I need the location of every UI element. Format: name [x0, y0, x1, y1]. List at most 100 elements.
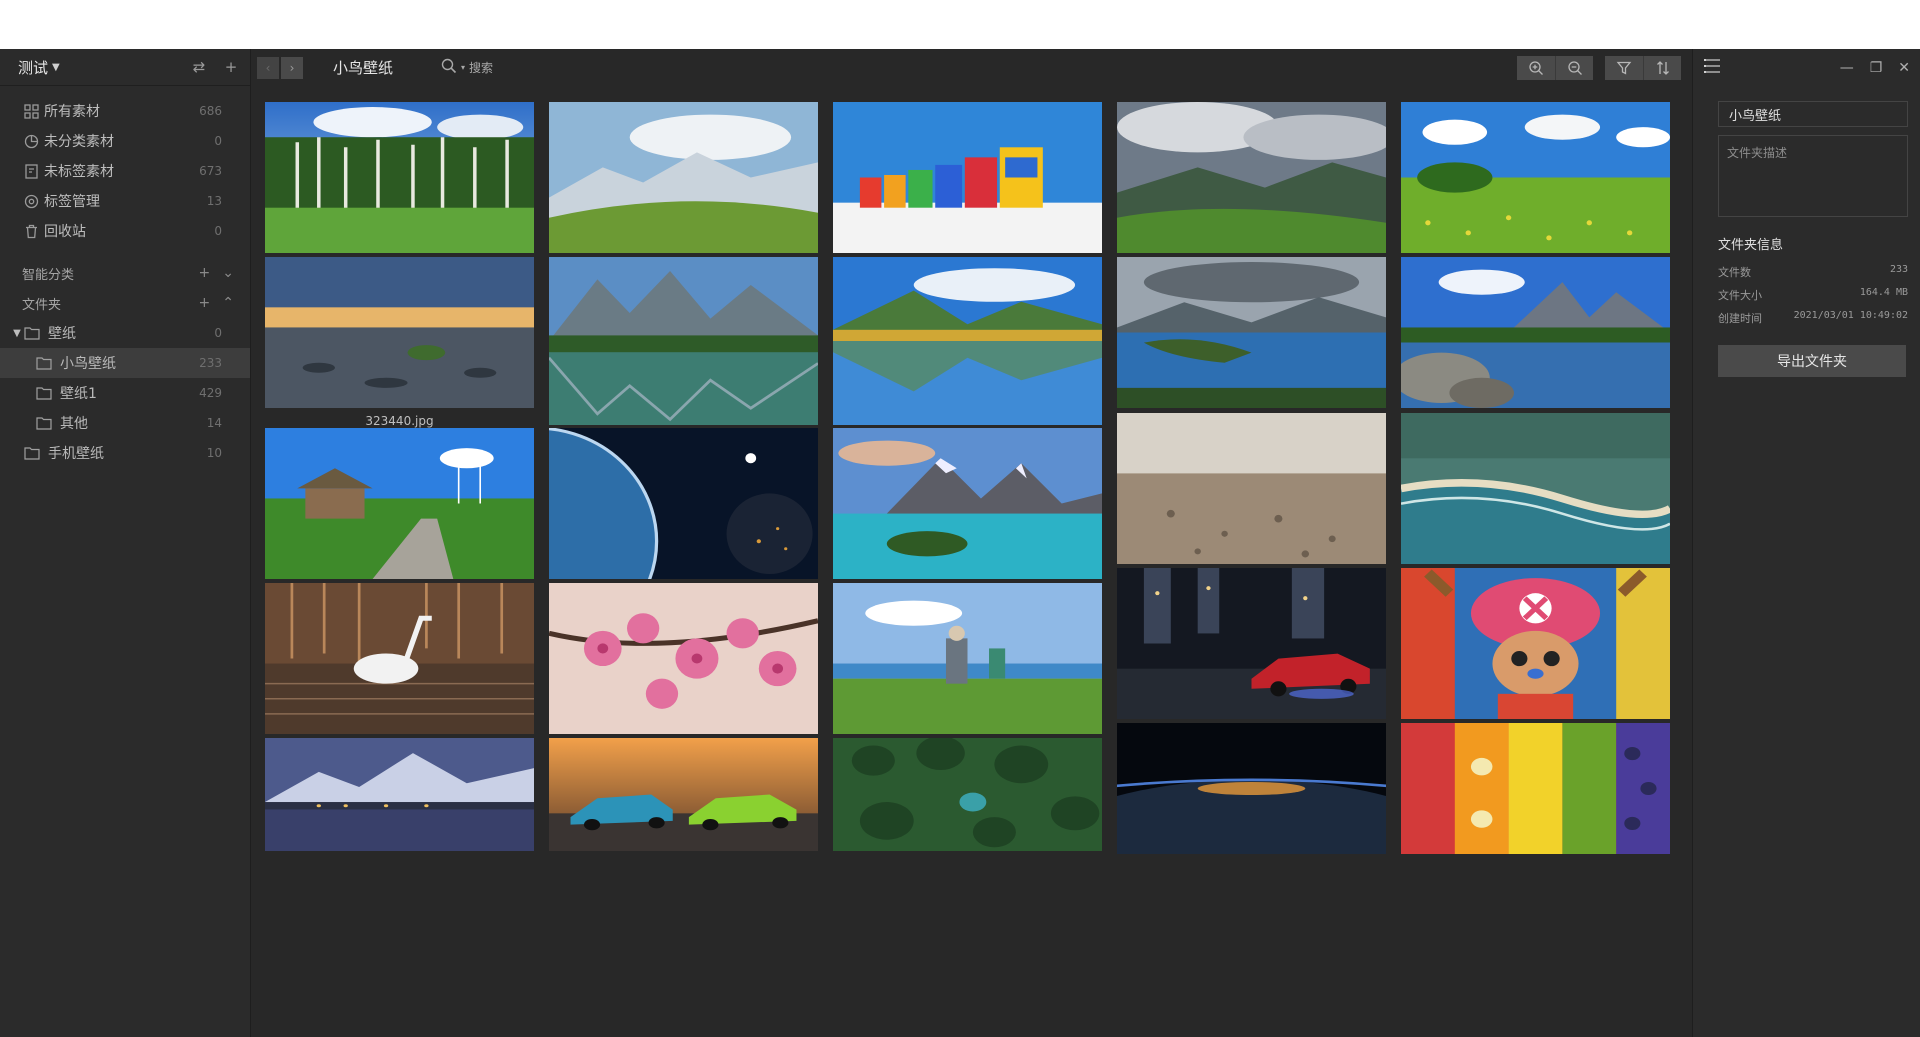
- thumbnail-image[interactable]: [549, 738, 818, 851]
- library-name: 测试: [18, 58, 49, 77]
- search-box[interactable]: ▾ 搜索: [441, 58, 493, 77]
- zoom-out-icon: [1567, 60, 1582, 75]
- folder-item-phone-wallpaper[interactable]: 手机壁纸 10: [0, 438, 250, 468]
- thumbnail-filename: 323440.jpg: [365, 414, 434, 428]
- zoom-in-icon: [1529, 60, 1543, 75]
- library-switcher[interactable]: 测试 ▼: [18, 57, 60, 78]
- thumbnail-image[interactable]: [265, 428, 534, 579]
- inspector-panel: — ❐ ✕ 小鸟壁纸 文件夹描述 文件夹信息 文件数 233 文件大小 164.…: [1692, 49, 1920, 1037]
- zoom-in-button[interactable]: [1517, 55, 1555, 80]
- thumbnail-image[interactable]: [1117, 413, 1386, 564]
- thumbnail-image[interactable]: [265, 257, 534, 408]
- thumbnail-image[interactable]: [549, 428, 818, 579]
- thumbnail-image[interactable]: [1117, 723, 1386, 854]
- main-area: ‹ › 小鸟壁纸 ▾ 搜索 323440.jpg: [252, 49, 1691, 1037]
- expand-arrow-icon[interactable]: ▼: [10, 328, 24, 339]
- folder-name-input[interactable]: 小鸟壁纸: [1718, 101, 1908, 127]
- thumbnail-image[interactable]: [1401, 413, 1670, 564]
- swap-icon[interactable]: ⇄: [190, 58, 208, 76]
- breadcrumb: 小鸟壁纸: [333, 59, 394, 77]
- thumbnail-image[interactable]: [1117, 257, 1386, 408]
- info-key: 创建时间: [1718, 312, 1762, 325]
- settings-tag-icon: [22, 192, 40, 210]
- thumbnail-image[interactable]: [1401, 568, 1670, 719]
- thumbnail-image[interactable]: [833, 583, 1102, 734]
- sort-button[interactable]: [1643, 55, 1681, 80]
- filter-icon: [1616, 61, 1632, 75]
- nav-label: 回收站: [44, 224, 86, 240]
- add-icon[interactable]: +: [199, 295, 211, 311]
- folder-item-wallpaper1[interactable]: 壁纸1 429: [0, 378, 250, 408]
- zoom-out-button[interactable]: [1555, 55, 1593, 80]
- thumbnail-image[interactable]: [1401, 102, 1670, 253]
- folder-icon: [36, 355, 54, 371]
- folder-count: 233: [199, 356, 222, 370]
- nav-item-trash[interactable]: 回收站 0: [0, 216, 250, 246]
- folder-info-title: 文件夹信息: [1718, 238, 1784, 253]
- grid-icon: [22, 102, 40, 120]
- folder-count: 0: [214, 326, 222, 340]
- folder-label: 壁纸: [48, 326, 76, 342]
- thumbnail-image[interactable]: [833, 428, 1102, 579]
- thumbnail-image[interactable]: [549, 583, 818, 734]
- thumbnail-grid: 1001525.jpg323571.jpg324094.jpg323662.jp…: [252, 86, 1691, 1037]
- filter-button[interactable]: [1605, 55, 1643, 80]
- restore-icon[interactable]: ❐: [1870, 60, 1883, 76]
- nav-label: 未标签素材: [44, 164, 114, 180]
- export-folder-button[interactable]: 导出文件夹: [1718, 345, 1906, 377]
- thumbnail-image[interactable]: [833, 102, 1102, 253]
- add-icon[interactable]: +: [199, 265, 211, 281]
- thumbnail-image[interactable]: [1401, 723, 1670, 854]
- folder-item-bird-wallpaper[interactable]: 小鸟壁纸 233: [0, 348, 250, 378]
- nav-item-uncategorized[interactable]: 未分类素材 0: [0, 126, 250, 156]
- folder-description-input[interactable]: 文件夹描述: [1718, 135, 1908, 217]
- nav-label: 未分类素材: [44, 134, 114, 150]
- app-window: 测试 ▼ ⇄ + 所有素材 686 未分类素材 0 未标签素材 673 标签管理…: [0, 49, 1920, 1037]
- info-key: 文件大小: [1718, 289, 1762, 302]
- thumbnail-image[interactable]: [1117, 102, 1386, 253]
- folder-count: 14: [206, 416, 222, 430]
- nav-count: 13: [206, 194, 222, 208]
- section-label: 智能分类: [22, 267, 75, 283]
- folder-count: 429: [199, 386, 222, 400]
- nav-label: 所有素材: [44, 104, 100, 120]
- menu-icon[interactable]: [1703, 58, 1721, 78]
- folders-header[interactable]: 文件夹 + ⌃: [0, 288, 250, 318]
- chevron-up-icon[interactable]: ⌃: [222, 295, 234, 311]
- nav-item-all[interactable]: 所有素材 686: [0, 96, 250, 126]
- thumbnail-image[interactable]: [549, 102, 818, 253]
- forward-button[interactable]: ›: [281, 56, 303, 79]
- folder-item-other[interactable]: 其他 14: [0, 408, 250, 438]
- info-key: 文件数: [1718, 266, 1751, 279]
- trash-icon: [22, 222, 40, 240]
- panel-topbar: — ❐ ✕: [1693, 49, 1920, 86]
- folder-item-wallpaper[interactable]: ▼ 壁纸 0: [0, 318, 250, 348]
- thumbnail-image[interactable]: [833, 738, 1102, 851]
- info-row-file-size: 文件大小 164.4 MB: [1718, 287, 1908, 303]
- thumbnail-image[interactable]: [549, 257, 818, 425]
- close-icon[interactable]: ✕: [1898, 60, 1910, 76]
- chevron-down-icon[interactable]: ⌄: [222, 265, 234, 281]
- nav-label: 标签管理: [44, 194, 100, 210]
- folder-label: 小鸟壁纸: [60, 356, 116, 372]
- nav-item-tag-manage[interactable]: 标签管理 13: [0, 186, 250, 216]
- thumbnail-image[interactable]: [833, 257, 1102, 425]
- nav-item-untagged[interactable]: 未标签素材 673: [0, 156, 250, 186]
- thumbnail-image[interactable]: [1117, 568, 1386, 719]
- folder-label: 壁纸1: [60, 386, 97, 402]
- folder-label: 手机壁纸: [48, 446, 104, 462]
- info-row-created: 创建时间 2021/03/01 10:49:02: [1718, 310, 1908, 326]
- thumbnail-image[interactable]: [265, 738, 534, 851]
- smart-folders-header[interactable]: 智能分类 + ⌄: [0, 258, 250, 288]
- thumbnail-image[interactable]: [265, 583, 534, 734]
- caret-down-icon: ▾: [461, 63, 466, 72]
- back-button[interactable]: ‹: [257, 56, 279, 79]
- info-value: 2021/03/01 10:49:02: [1793, 310, 1908, 321]
- thumbnail-image[interactable]: [1401, 257, 1670, 408]
- minimize-icon[interactable]: —: [1840, 60, 1854, 76]
- add-icon[interactable]: +: [222, 58, 240, 76]
- nav-count: 686: [199, 104, 222, 118]
- tag-outline-icon: [22, 162, 40, 180]
- thumbnail-image[interactable]: [265, 102, 534, 253]
- nav-count: 0: [214, 134, 222, 148]
